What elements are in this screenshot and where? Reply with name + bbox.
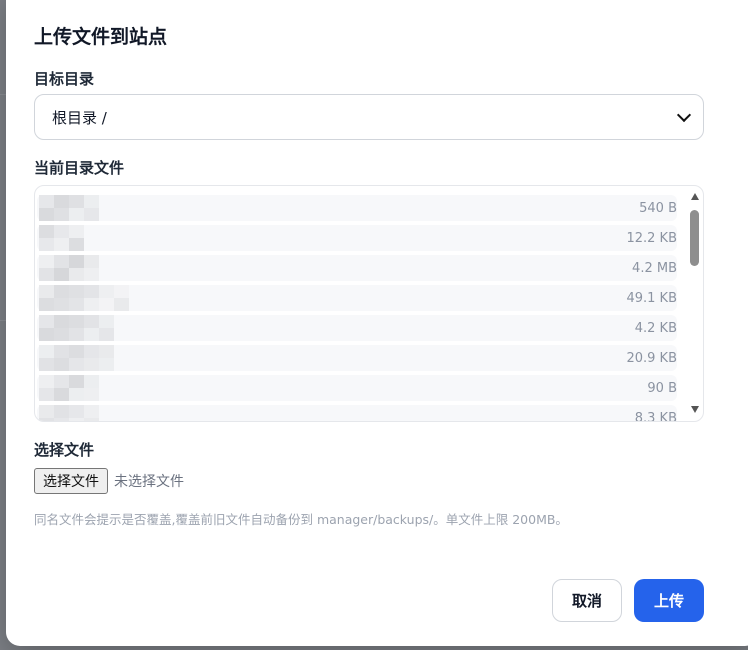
current-files-label: 当前目录文件 (34, 159, 125, 177)
scroll-thumb[interactable] (690, 210, 699, 266)
file-list-item[interactable]: 8.3 KB (37, 403, 677, 422)
file-status-text: 未选择文件 (114, 474, 184, 490)
upload-hint: 同名文件会提示是否覆盖,覆盖前旧文件自动备份到 manager/backups/… (34, 512, 568, 527)
file-list-item[interactable]: 90 B (37, 373, 677, 403)
cancel-button[interactable]: 取消 (552, 579, 622, 622)
file-list-rows: 540 B 12.2 KB 4.2 MB 49.1 KB 4.2 KB 20.9 KB 90… (37, 193, 677, 422)
file-size: 4.2 KB (634, 320, 677, 336)
file-list-item[interactable]: 4.2 KB (37, 313, 677, 343)
file-size: 4.2 MB (632, 260, 677, 276)
file-name-redacted (39, 315, 114, 341)
target-directory-select[interactable]: 根目录 / (34, 94, 704, 140)
file-list-item-background (37, 405, 677, 421)
file-name-redacted (39, 405, 99, 421)
file-list-item[interactable]: 4.2 MB (37, 253, 677, 283)
file-list-item-background (37, 375, 677, 401)
file-name-redacted (39, 225, 84, 251)
target-directory-label: 目标目录 (34, 70, 95, 88)
file-name-redacted (39, 345, 114, 371)
file-list-item-background (37, 345, 677, 371)
upload-dialog: 上传文件到站点 目标目录 根目录 / 当前目录文件 540 B 12.2 KB 4.… (6, 0, 748, 646)
file-name-redacted (39, 285, 129, 311)
upload-button[interactable]: 上传 (634, 579, 704, 622)
dialog-title: 上传文件到站点 (34, 26, 168, 48)
file-list-item[interactable]: 49.1 KB (37, 283, 677, 313)
file-list-item[interactable]: 12.2 KB (37, 223, 677, 253)
file-list-item[interactable]: 20.9 KB (37, 343, 677, 373)
file-list-item-background (37, 315, 677, 341)
file-list-item-background (37, 255, 677, 281)
file-size: 8.3 KB (634, 410, 677, 422)
file-list[interactable]: 540 B 12.2 KB 4.2 MB 49.1 KB 4.2 KB 20.9 KB 90… (34, 185, 704, 422)
file-size: 20.9 KB (626, 350, 677, 366)
file-list-item-background (37, 225, 677, 251)
scroll-up-arrow-icon[interactable] (691, 193, 699, 200)
file-name-redacted (39, 255, 99, 281)
file-input[interactable]: 选择文件 未选择文件 (34, 468, 184, 494)
choose-file-button[interactable]: 选择文件 (34, 468, 108, 494)
target-directory-value: 根目录 / (52, 108, 107, 127)
scroll-down-arrow-icon[interactable] (691, 406, 699, 413)
file-size: 49.1 KB (626, 290, 677, 306)
file-list-item[interactable]: 540 B (37, 193, 677, 223)
file-size: 12.2 KB (626, 230, 677, 246)
file-name-redacted (39, 195, 99, 221)
choose-file-label: 选择文件 (34, 441, 95, 459)
file-size: 90 B (647, 380, 677, 396)
file-list-item-background (37, 285, 677, 311)
chevron-down-icon (676, 107, 692, 122)
file-name-redacted (39, 375, 99, 401)
file-list-scrollbar[interactable] (689, 190, 701, 416)
file-size: 540 B (639, 200, 677, 216)
file-list-item-background (37, 195, 677, 221)
